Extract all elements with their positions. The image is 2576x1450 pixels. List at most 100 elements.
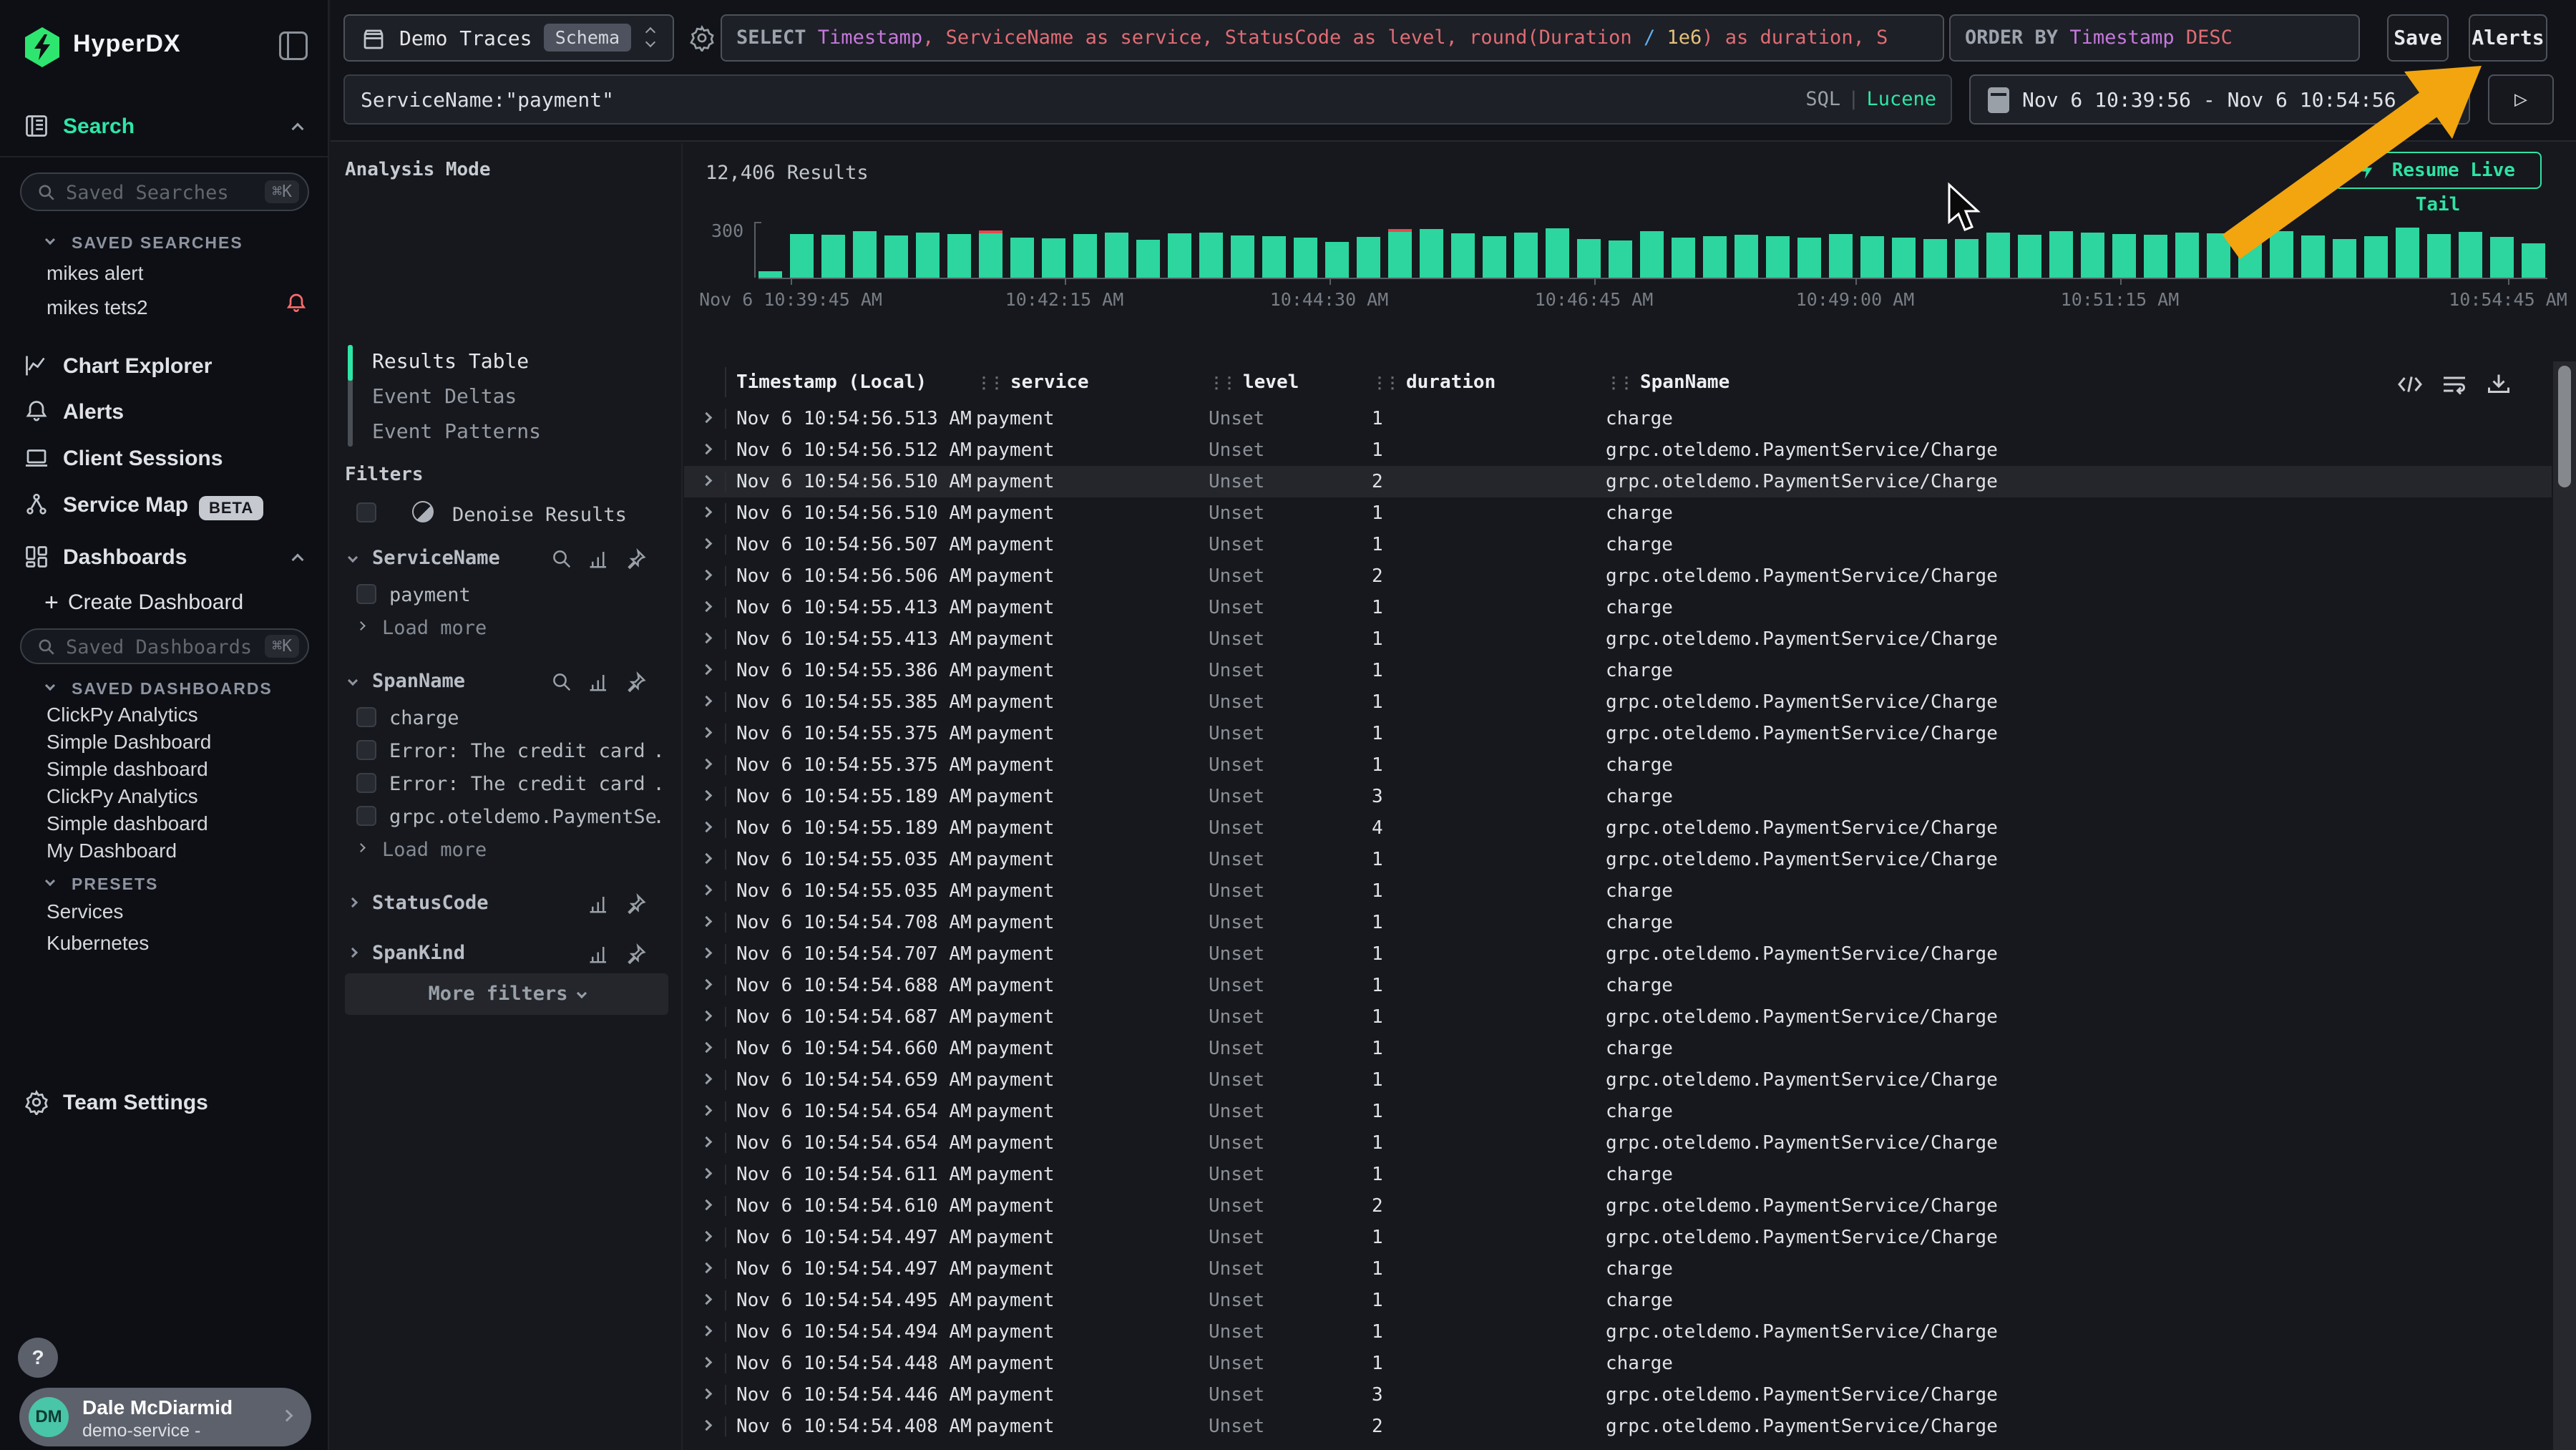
histogram-bar[interactable] — [1546, 228, 1569, 278]
expand-row-icon[interactable] — [701, 1388, 713, 1400]
expand-row-icon[interactable] — [701, 1231, 713, 1242]
filter-value-option[interactable]: charge — [331, 703, 683, 736]
table-row[interactable]: Nov 6 10:54:54.497 AMpaymentUnset1charge — [684, 1253, 2552, 1285]
table-row[interactable]: Nov 6 10:54:54.610 AMpaymentUnset2grpc.o… — [684, 1190, 2552, 1222]
pin-icon[interactable] — [625, 893, 647, 915]
histogram-bar[interactable] — [2459, 232, 2482, 278]
histogram-bar[interactable] — [2049, 231, 2073, 278]
table-row[interactable]: Nov 6 10:54:54.688 AMpaymentUnset1charge — [684, 970, 2552, 1001]
histogram-bar[interactable] — [1262, 236, 1286, 278]
expand-row-icon[interactable] — [701, 979, 713, 991]
table-row[interactable]: Nov 6 10:54:55.375 AMpaymentUnset1grpc.o… — [684, 718, 2552, 749]
histogram-bar[interactable] — [1199, 233, 1223, 278]
histogram-bar[interactable] — [2270, 231, 2293, 278]
analysis-mode-option[interactable]: Results Table — [372, 349, 529, 373]
histogram-bar[interactable] — [1420, 229, 1443, 278]
table-row[interactable]: Nov 6 10:54:56.510 AMpaymentUnset1charge — [684, 497, 2552, 529]
table-row[interactable]: Nov 6 10:54:56.512 AMpaymentUnset1grpc.o… — [684, 434, 2552, 466]
expand-row-icon[interactable] — [701, 1074, 713, 1085]
sql-toggle[interactable]: SQL — [1805, 88, 1840, 110]
time-range-picker[interactable]: Nov 6 10:39:56 - Nov 6 10:54:56 — [1969, 74, 2470, 125]
expand-row-icon[interactable] — [701, 1294, 713, 1305]
saved-dashboard-item[interactable]: My Dashboard — [47, 840, 177, 862]
histogram-bar[interactable] — [1010, 238, 1034, 278]
expand-row-icon[interactable] — [701, 633, 713, 644]
filter-section-spankind[interactable]: SpanKind — [331, 933, 683, 975]
presets-section[interactable]: PRESETS — [0, 872, 329, 900]
histogram-bar[interactable] — [1735, 235, 1758, 278]
table-row[interactable]: Nov 6 10:54:54.687 AMpaymentUnset1grpc.o… — [684, 1001, 2552, 1033]
table-row[interactable]: Nov 6 10:54:54.707 AMpaymentUnset1grpc.o… — [684, 938, 2552, 970]
filter-checkbox[interactable] — [356, 584, 376, 604]
table-row[interactable]: Nov 6 10:54:55.375 AMpaymentUnset1charge — [684, 749, 2552, 781]
collapse-sidebar-icon[interactable] — [279, 31, 308, 60]
histogram-bar[interactable] — [2522, 243, 2545, 278]
table-row[interactable]: Nov 6 10:54:55.189 AMpaymentUnset3charge — [684, 781, 2552, 812]
pin-icon[interactable] — [625, 548, 647, 570]
histogram-bar[interactable] — [853, 231, 877, 278]
drag-handle-icon[interactable]: ⋮⋮ — [1209, 374, 1234, 392]
histogram-bar[interactable] — [1483, 236, 1506, 278]
table-row[interactable]: Nov 6 10:54:56.506 AMpaymentUnset2grpc.o… — [684, 560, 2552, 592]
histogram-bar[interactable] — [1451, 233, 1475, 278]
table-row[interactable]: Nov 6 10:54:55.413 AMpaymentUnset1grpc.o… — [684, 623, 2552, 655]
filter-section-label[interactable]: StatusCode — [372, 892, 489, 914]
saved-dashboard-item[interactable]: Simple dashboard — [47, 812, 208, 835]
search-icon[interactable] — [551, 548, 572, 570]
histogram-bar[interactable] — [2396, 228, 2419, 278]
filter-section-label[interactable]: SpanKind — [372, 942, 465, 964]
search-icon[interactable] — [551, 671, 572, 693]
expand-row-icon[interactable] — [701, 444, 713, 455]
histogram-bar[interactable] — [1609, 240, 1632, 278]
histogram-bar[interactable] — [1136, 240, 1160, 278]
sidebar-item-search[interactable]: Search — [0, 107, 329, 147]
saved-dashboard-item[interactable]: ClickPy Analytics — [47, 704, 198, 726]
histogram-bar[interactable] — [821, 235, 845, 278]
table-row[interactable]: Nov 6 10:54:55.035 AMpaymentUnset1charge — [684, 875, 2552, 907]
sidebar-item-service-map[interactable]: Service MapBETA — [0, 486, 329, 526]
table-row[interactable]: Nov 6 10:54:54.495 AMpaymentUnset1charge — [684, 1285, 2552, 1316]
histogram-bar[interactable] — [1294, 238, 1317, 278]
sidebar-item-dashboards[interactable]: Dashboards — [0, 538, 329, 578]
load-more-button[interactable]: Load more — [331, 613, 683, 648]
sidebar-item-team-settings[interactable]: Team Settings — [0, 1084, 329, 1124]
saved-dashboards-section[interactable]: SAVED DASHBOARDS — [0, 676, 329, 705]
saved-dashboard-item[interactable]: Simple dashboard — [47, 758, 208, 781]
table-row[interactable]: Nov 6 10:54:56.513 AMpaymentUnset1charge — [684, 403, 2552, 434]
saved-search-item[interactable]: mikes alert — [0, 259, 329, 291]
table-row[interactable]: Nov 6 10:54:56.510 AMpaymentUnset2grpc.o… — [684, 466, 2552, 497]
filter-value-option[interactable]: grpc.oteldemo.PaymentSe… — [331, 802, 683, 835]
histogram-bar[interactable] — [1105, 233, 1128, 278]
source-settings-gear-icon[interactable] — [688, 24, 716, 52]
expand-row-icon[interactable] — [701, 1168, 713, 1179]
table-row[interactable]: Nov 6 10:54:54.659 AMpaymentUnset1grpc.o… — [684, 1064, 2552, 1096]
table-row[interactable]: Nov 6 10:54:54.660 AMpaymentUnset1charge — [684, 1033, 2552, 1064]
run-query-button[interactable]: ▷ — [2488, 74, 2554, 125]
table-row[interactable]: Nov 6 10:54:54.408 AMpaymentUnset2grpc.o… — [684, 1411, 2552, 1442]
expand-row-icon[interactable] — [701, 1137, 713, 1148]
histogram-bar[interactable] — [884, 235, 908, 278]
histogram-bar[interactable] — [1357, 237, 1380, 278]
table-row[interactable]: Nov 6 10:54:55.385 AMpaymentUnset1grpc.o… — [684, 686, 2552, 718]
expand-row-icon[interactable] — [701, 475, 713, 487]
histogram-bar[interactable] — [1766, 236, 1790, 278]
expand-row-icon[interactable] — [701, 759, 713, 770]
help-button[interactable]: ? — [18, 1338, 58, 1378]
table-row[interactable]: Nov 6 10:54:56.507 AMpaymentUnset1charge — [684, 529, 2552, 560]
expand-row-icon[interactable] — [701, 538, 713, 550]
column-header-spanname[interactable]: ⋮⋮SpanName — [1606, 371, 2552, 393]
table-row[interactable]: Nov 6 10:54:54.494 AMpaymentUnset1grpc.o… — [684, 1316, 2552, 1348]
histogram-bar[interactable] — [1231, 235, 1254, 278]
column-header-duration[interactable]: ⋮⋮duration — [1372, 371, 1606, 393]
histogram-bar[interactable] — [2301, 235, 2325, 278]
histogram-bar[interactable] — [1829, 234, 1853, 278]
expand-row-icon[interactable] — [701, 885, 713, 896]
histogram-bar[interactable] — [1073, 234, 1097, 278]
load-more-button[interactable]: Load more — [331, 835, 683, 870]
table-row[interactable]: Nov 6 10:54:54.446 AMpaymentUnset3grpc.o… — [684, 1379, 2552, 1411]
expand-row-icon[interactable] — [701, 727, 713, 739]
histogram-bar[interactable] — [1672, 238, 1695, 278]
expand-row-icon[interactable] — [701, 412, 713, 424]
filter-value-option[interactable]: payment — [331, 580, 683, 613]
table-row[interactable]: Nov 6 10:54:54.497 AMpaymentUnset1grpc.o… — [684, 1222, 2552, 1253]
